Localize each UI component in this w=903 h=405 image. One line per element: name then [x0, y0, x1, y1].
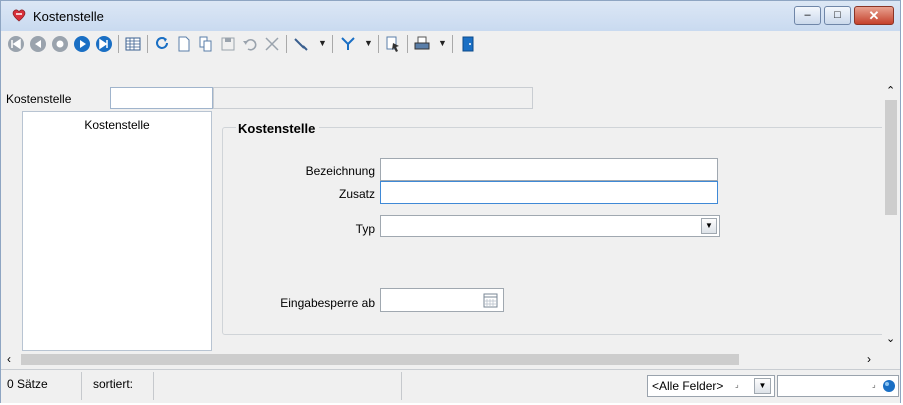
record-list[interactable]: Kostenstelle: [22, 111, 212, 351]
typ-select[interactable]: ▼: [380, 215, 720, 237]
resize-grip-icon: ⌟: [735, 380, 739, 389]
app-window: Kostenstelle – □ ✕ ▼ ▼ ▼ Kostenstelle Ko…: [0, 0, 901, 403]
scroll-left-icon[interactable]: ‹: [7, 352, 11, 366]
bezeichnung-label: Bezeichnung: [305, 164, 375, 178]
print-icon[interactable]: [413, 35, 431, 53]
copy-record-icon[interactable]: [197, 35, 215, 53]
toolbar: ▼ ▼ ▼: [1, 31, 900, 57]
toolbar-separator: [378, 35, 379, 53]
new-record-icon[interactable]: [175, 35, 193, 53]
undo-icon[interactable]: [241, 35, 259, 53]
status-divider: [153, 372, 154, 400]
refresh-icon[interactable]: [153, 35, 171, 53]
title-bar[interactable]: Kostenstelle – □ ✕: [1, 1, 900, 31]
minimize-button[interactable]: –: [794, 6, 821, 25]
toolbar-separator: [147, 35, 148, 53]
form-group-title: Kostenstelle: [236, 121, 320, 136]
status-bar: 0 Sätze sortiert: <Alle Felder> ⌟ ▼ ⌟: [1, 369, 900, 403]
next-record-gray-icon[interactable]: [51, 35, 69, 53]
toolbar-separator: [332, 35, 333, 53]
close-icon: ✕: [868, 8, 880, 23]
calendar-icon[interactable]: [483, 293, 498, 308]
delete-icon[interactable]: [263, 35, 281, 53]
vertical-scrollbar[interactable]: ⌃ ⌄: [882, 84, 900, 351]
chevron-down-icon[interactable]: ▼: [754, 378, 771, 394]
maximize-button[interactable]: □: [824, 6, 851, 25]
bezeichnung-field[interactable]: [380, 158, 718, 181]
scrollbar-thumb[interactable]: [885, 100, 897, 215]
filter-dropdown-arrow-icon[interactable]: ▼: [364, 38, 373, 48]
horizontal-scrollbar[interactable]: ‹ ›: [1, 351, 882, 368]
exit-icon[interactable]: [459, 35, 477, 53]
minimize-icon: –: [804, 9, 811, 21]
field-filter-select[interactable]: <Alle Felder> ⌟ ▼: [647, 375, 775, 397]
filter-icon[interactable]: [339, 35, 357, 53]
toolbar-separator: [407, 35, 408, 53]
first-record-icon[interactable]: [7, 35, 25, 53]
toolbar-separator: [286, 35, 287, 53]
table-view-icon[interactable]: [124, 35, 142, 53]
previous-record-icon[interactable]: [29, 35, 47, 53]
globe-icon[interactable]: [882, 379, 896, 393]
hscrollbar-thumb[interactable]: [21, 354, 739, 365]
app-heart-icon: [12, 9, 26, 22]
zusatz-field[interactable]: [380, 181, 718, 204]
status-divider: [81, 372, 82, 400]
tools-icon[interactable]: [292, 35, 310, 53]
next-record-icon[interactable]: [73, 35, 91, 53]
eingabesperre-label: Eingabesperre ab: [280, 296, 375, 310]
toolbar-separator: [452, 35, 453, 53]
filter-input[interactable]: [110, 87, 213, 109]
record-count: 0 Sätze: [7, 377, 48, 391]
scroll-down-icon[interactable]: ⌄: [886, 332, 895, 345]
tools-dropdown-arrow-icon[interactable]: ▼: [318, 38, 327, 48]
field-filter-value: <Alle Felder>: [652, 379, 724, 393]
scroll-right-icon[interactable]: ›: [867, 352, 871, 366]
sort-status: sortiert:: [93, 377, 134, 391]
typ-label: Typ: [355, 222, 375, 236]
record-list-header: Kostenstelle: [84, 118, 150, 132]
toolbar-separator: [118, 35, 119, 53]
save-icon[interactable]: [219, 35, 237, 53]
last-record-icon[interactable]: [95, 35, 113, 53]
select-icon[interactable]: [384, 35, 402, 53]
filter-extension-field: [213, 87, 533, 109]
chevron-down-icon[interactable]: ▼: [701, 218, 717, 234]
maximize-icon: □: [834, 9, 841, 21]
filter-label: Kostenstelle: [6, 92, 72, 106]
scroll-up-icon[interactable]: ⌃: [886, 84, 895, 97]
resize-grip-icon: ⌟: [872, 380, 876, 389]
window-title: Kostenstelle: [33, 9, 104, 24]
status-divider: [401, 372, 402, 400]
close-button[interactable]: ✕: [854, 6, 894, 25]
print-dropdown-arrow-icon[interactable]: ▼: [438, 38, 447, 48]
eingabesperre-date-field[interactable]: [380, 288, 504, 312]
status-search-field[interactable]: ⌟: [777, 375, 899, 397]
zusatz-label: Zusatz: [338, 187, 375, 201]
